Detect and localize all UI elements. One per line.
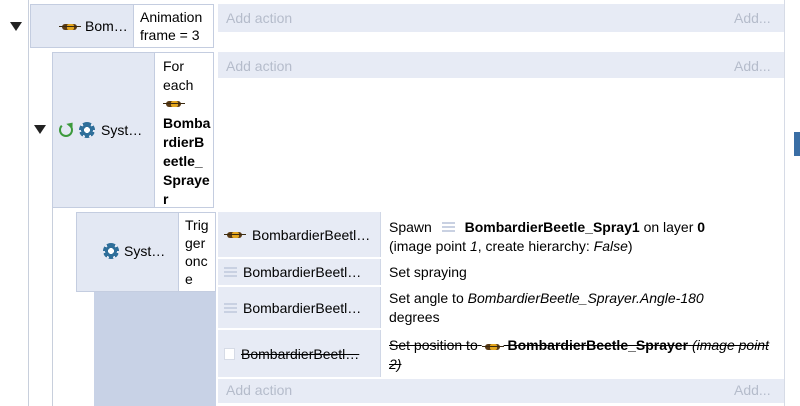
beetle-icon [59,21,81,32]
image-point-value: 1 [469,238,478,254]
gear-icon [79,122,95,138]
event1-add-action[interactable]: Add action [226,10,292,26]
event1-add-more[interactable]: Add... [734,10,771,26]
image-point-label: (image point [389,238,470,254]
beetle-icon [481,341,504,352]
action-set-angle[interactable]: BombardierBeetl… Set angle to Bombardier… [218,287,784,329]
collapse-caret[interactable] [10,22,22,31]
event1-actions [218,4,784,32]
degrees-label: degrees [389,309,440,325]
beetle-icon [163,98,185,109]
event3-object-name: Syst… [124,243,166,259]
on-layer-label: on layer [643,219,694,235]
event3-add-row [218,379,784,403]
action-object-name: BombardierBeetl… [243,264,362,280]
event2-add-more[interactable]: Add... [734,58,771,74]
for-each-object: BombardierBeetle_Sprayer [163,115,211,207]
set-position-label: Set position to [389,337,478,353]
right-divider [784,0,785,406]
action-object: BombardierBeetl… [218,212,380,257]
gear-icon [103,243,119,259]
action-set-position-disabled[interactable]: BombardierBeetl… Set position to Bombard… [218,330,784,378]
loop-icon [59,123,73,137]
spawn-label: Spawn [389,219,432,235]
event3-add-action[interactable]: Add action [226,382,292,398]
event1-condition[interactable]: Animation frame = 3 [133,4,214,48]
event2-condition-block[interactable]: Syst… For each BombardierBeetle_Sprayer [52,52,214,208]
close-paren: ) [627,238,633,254]
collapse-caret[interactable] [34,125,46,134]
spawn-object: BombardierBeetle_Spray1 [464,219,640,235]
action-object-name: BombardierBeetl… [252,226,371,243]
position-object: BombardierBeetle_Sprayer [507,337,689,353]
event2-for-each[interactable]: For each BombardierBeetle_Sprayer [154,52,214,208]
hierarchy-label: , create hierarchy: [477,238,594,254]
event1-object: Bom… [59,18,128,34]
action-object: BombardierBeetl… [218,330,380,377]
action-spawn-text: Spawn BombardierBeetle_Spray1 on layer 0… [380,212,784,257]
event3-object: Syst… [103,243,165,259]
event1-row: Bom… Animation frame = 3 Add action Add.… [10,0,784,50]
action-set-angle-text: Set angle to BombardierBeetle_Sprayer.An… [380,287,784,328]
for-each-label: For each [163,58,194,93]
event2-actions [218,52,784,78]
lines-icon [224,302,237,313]
event2-add-action[interactable]: Add action [226,58,292,74]
event3-condition-text: Trigger once [185,217,209,287]
beetle-icon [224,229,246,240]
event3-add-more[interactable]: Add... [734,382,771,398]
event2-row: Syst… For each BombardierBeetle_Sprayer … [34,52,784,210]
hierarchy-value: False [593,238,628,254]
tree-line [28,0,29,406]
lines-icon [441,222,455,232]
event1-object-name: Bom… [85,18,128,34]
action-spawn[interactable]: BombardierBeetl… Spawn BombardierBeetle_… [218,212,784,258]
event3-condition-block[interactable]: Syst… Trigger once [76,212,216,292]
action-set-spraying[interactable]: BombardierBeetl… Set spraying [218,259,784,286]
event2-object: Syst… [59,122,142,138]
action-object-name: BombardierBeetl… [241,345,360,362]
lines-icon [224,267,237,277]
scroll-marker[interactable] [794,132,800,156]
action-object: BombardierBeetl… [218,287,380,328]
event3-sub-block [94,292,216,406]
event3-condition[interactable]: Trigger once [178,212,216,292]
angle-expression: BombardierBeetle_Sprayer.Angle-180 [467,290,704,306]
set-spraying-label: Set spraying [389,264,467,280]
event2-object-name: Syst… [101,122,143,138]
action-set-spraying-text: Set spraying [380,259,784,285]
note-icon [224,347,235,360]
action-object: BombardierBeetl… [218,259,380,285]
action-set-position-text: Set position to BombardierBeetle_Sprayer… [380,330,784,377]
set-angle-label: Set angle to [389,290,468,306]
event1-condition-text: Animation frame = 3 [140,9,203,43]
event1-condition-block[interactable]: Bom… Animation frame = 3 [30,4,214,48]
layer-value: 0 [697,219,706,235]
action-object-name: BombardierBeetl… [243,299,362,316]
